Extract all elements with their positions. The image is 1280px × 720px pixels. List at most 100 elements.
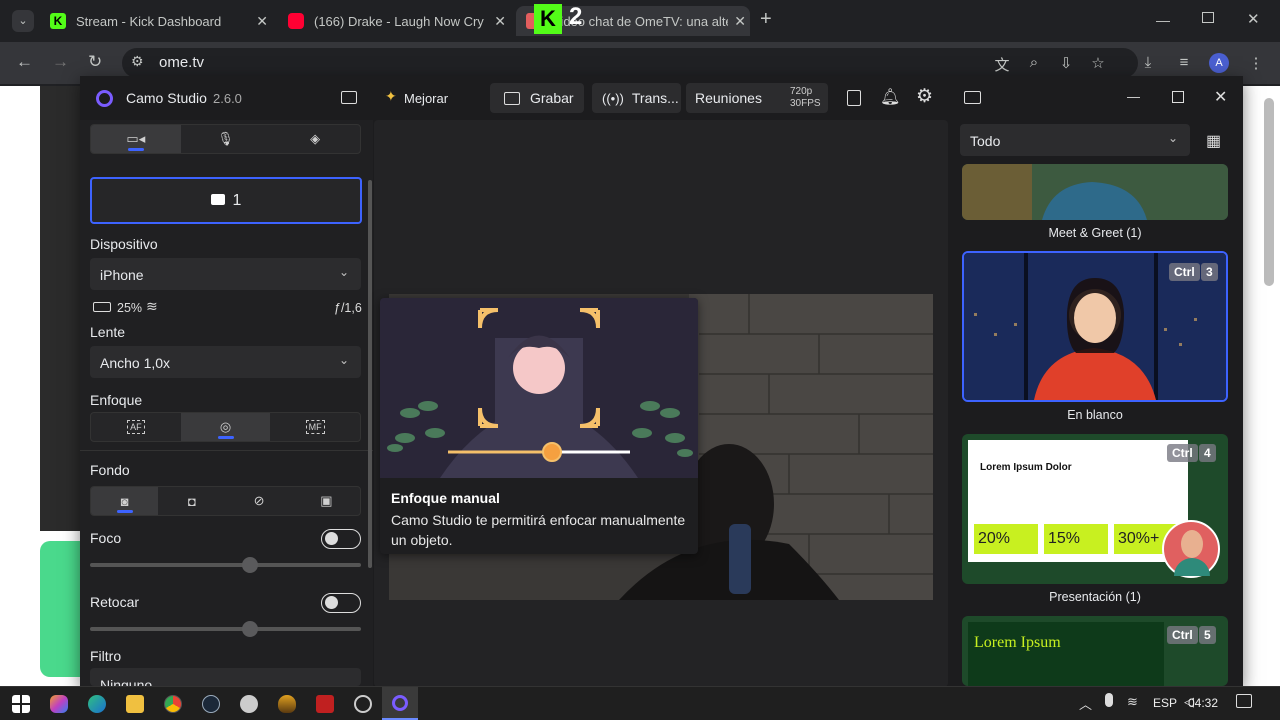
url-text[interactable]: ome.tv [159,54,204,71]
back-icon[interactable]: ← [16,52,33,72]
page-scrollbar[interactable] [1264,98,1274,286]
microphone-icon[interactable] [1105,693,1113,707]
scene-lorem-ipsum[interactable]: Lorem Ipsum Ctrl 5 [962,616,1228,686]
tab-kick[interactable]: K Stream - Kick Dashboard ✕ [40,6,272,36]
focus-label: Enfoque [90,392,143,408]
chevron-up-icon[interactable]: ︿ [1079,694,1092,713]
portrait-icon: ◙ [120,493,129,509]
translate-icon[interactable]: 文 [993,54,1011,74]
tooltip-title: Enfoque manual [391,490,500,506]
edge-icon[interactable] [88,695,106,713]
camo-close-icon[interactable]: ✕ [1214,87,1227,107]
blur-toggle[interactable] [321,529,361,549]
scene-meet-greet[interactable] [962,164,1228,220]
right-panel-toggle-icon[interactable] [964,91,981,104]
reload-icon[interactable]: ↻ [88,52,102,72]
chrome-icon[interactable] [164,695,182,713]
stat-2: 15% [1044,524,1108,554]
bg-remove-tab[interactable]: ⊘ [226,487,293,515]
wifi-icon[interactable]: ≋ [1127,694,1138,710]
file-explorer-icon[interactable] [126,695,144,713]
new-tab-button[interactable]: + [760,8,772,31]
settings-gear-icon[interactable]: ⚙ [916,85,933,108]
sidebar-toggle-icon[interactable] [341,91,357,104]
slide-title: Lorem Ipsum Dolor [980,462,1072,473]
close-tab-icon[interactable]: ✕ [734,13,746,30]
forward-icon[interactable]: → [52,52,69,72]
media-control-icon[interactable]: ≡ [1175,54,1193,72]
scene-thumbnail [962,164,1228,220]
menu-icon[interactable]: ⋮ [1247,54,1265,72]
left-panel-scrollbar[interactable] [368,180,372,568]
copilot-icon[interactable] [50,695,68,713]
zoom-icon[interactable]: ⌕ [1025,54,1043,72]
bg-blur-tab[interactable]: ◙ [91,487,159,515]
app-icon[interactable] [278,695,296,713]
scene-filter-select[interactable]: Todo ⌄ [960,124,1190,156]
app-icon[interactable] [240,695,258,713]
notifications-icon[interactable] [1236,694,1252,708]
camera-slot-button[interactable]: 1 [90,177,362,224]
voicemeeter-icon[interactable] [316,695,334,713]
lens-select[interactable]: Ancho 1,0x ⌄ [90,346,361,378]
shortcut-ctrl: Ctrl [1167,444,1198,462]
background-mode-tabs: ◙ ◘ ⊘ ▣ [90,486,361,516]
camo-taskbar-button[interactable] [382,687,418,720]
tab-title: Stream - Kick Dashboard [76,13,222,29]
scene-presentation[interactable]: Lorem Ipsum Dolor 20% 15% 30%+ Ctrl 4 [962,434,1228,584]
blur-label: Foco [90,530,122,546]
bg-portrait-tab[interactable]: ◘ [158,487,225,515]
scene-filter-value: Todo [970,133,1001,149]
manual-focus-object-tab[interactable]: ◎ [180,413,271,441]
restore-icon[interactable] [1202,12,1214,23]
app-icon[interactable] [354,695,372,713]
layers-tab[interactable]: ◈ [270,125,360,153]
language-indicator[interactable]: ESP [1153,696,1177,710]
blur-slider[interactable] [90,557,361,573]
audio-tab[interactable]: 🎙︎ [181,125,271,153]
presenter-avatar [1162,520,1220,578]
profile-avatar[interactable]: A [1209,53,1229,73]
bg-replace-tab[interactable]: ▣ [293,487,360,515]
slider-knob[interactable] [242,557,258,573]
layout-icon[interactable] [847,90,861,106]
downloads-icon[interactable]: ⤓ [1139,54,1157,72]
video-tab[interactable]: ▭◂ [91,125,181,153]
chevron-down-icon: ⌄ [338,353,349,367]
notifications-icon[interactable]: 🔔︎ [880,87,900,107]
retouch-slider[interactable] [90,621,361,637]
install-app-icon[interactable]: ⇩ [1057,54,1075,72]
close-tab-icon[interactable]: ✕ [494,13,506,30]
slider-knob[interactable] [242,621,258,637]
upgrade-button[interactable]: Mejorar [404,91,448,106]
autofocus-tab[interactable]: AF [91,413,181,441]
minimize-icon[interactable]: — [1156,12,1170,28]
camo-minimize-icon[interactable]: — [1127,89,1140,104]
filter-select[interactable]: Ninguno [90,668,361,686]
tab-title: (166) Drake - Laugh Now Cry La [314,13,484,29]
stream-label: Trans... [631,90,679,106]
bookmark-star-icon[interactable]: ☆ [1089,54,1107,72]
site-settings-icon[interactable]: ⚙ [131,53,144,70]
shortcut-key: 3 [1201,263,1218,281]
close-tab-icon[interactable]: ✕ [256,13,268,30]
windows-start-icon[interactable] [12,695,30,713]
scene-blank[interactable]: Ctrl 3 [962,251,1228,402]
tab-search-icon[interactable]: ⌄ [12,10,34,32]
steam-icon[interactable] [202,695,220,713]
record-icon [504,91,520,105]
grid-view-icon[interactable]: ▦ [1206,131,1221,151]
retouch-toggle[interactable] [321,593,361,613]
omnibox[interactable] [122,48,1138,78]
clock[interactable]: 04:32 [1188,696,1218,710]
camo-maximize-icon[interactable] [1172,91,1184,103]
close-window-icon[interactable]: ✕ [1247,10,1260,28]
tab-youtube[interactable]: (166) Drake - Laugh Now Cry La ✕ [278,6,510,36]
device-value: iPhone [100,267,144,283]
broadcast-icon: ((•)) [602,90,624,106]
device-select[interactable]: iPhone ⌄ [90,258,361,290]
stream-button[interactable]: ((•)) Trans... [592,83,681,113]
manual-focus-tab[interactable]: MF [270,413,360,441]
lens-value: Ancho 1,0x [100,355,171,371]
record-button[interactable]: Grabar [490,83,584,113]
